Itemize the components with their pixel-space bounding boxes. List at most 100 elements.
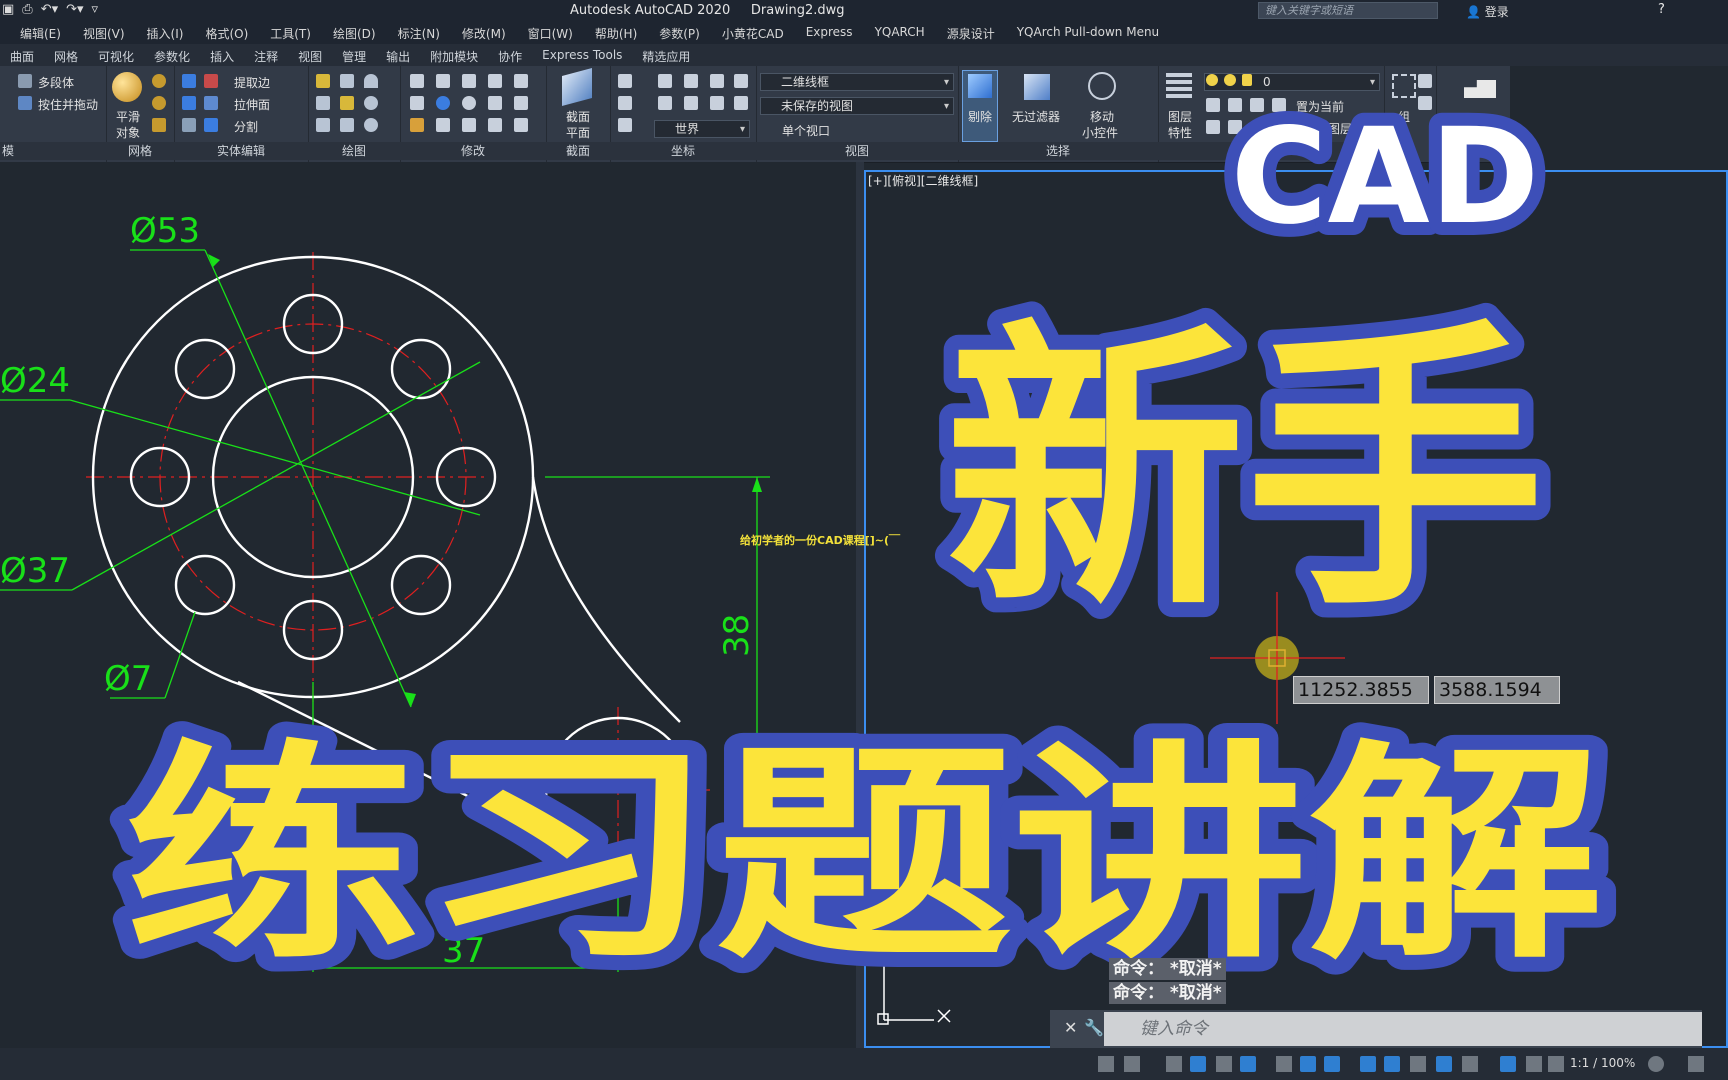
array2-icon[interactable] <box>514 118 528 132</box>
solid-edit-icon-3[interactable] <box>182 96 196 110</box>
help-icon[interactable]: ? <box>1658 2 1665 17</box>
rotate2-icon[interactable] <box>462 96 476 110</box>
mirror-icon[interactable] <box>410 74 424 88</box>
solid-edit-icon-1[interactable] <box>182 74 196 88</box>
ribbon-tab[interactable]: 协作 <box>498 48 522 65</box>
ribbon-tab[interactable]: 注释 <box>254 48 278 65</box>
3d-osnap-icon[interactable] <box>1436 1056 1452 1072</box>
ucs-icon-8[interactable] <box>684 96 698 110</box>
base-point-icon[interactable] <box>1464 80 1496 98</box>
ribbon-tab[interactable]: Express Tools <box>542 48 622 62</box>
dynamic-ucs-icon[interactable] <box>1462 1056 1478 1072</box>
print-icon[interactable]: ⎙ <box>22 2 32 17</box>
annotation-scale-icon[interactable] <box>1548 1056 1564 1072</box>
ucs-icon-1[interactable] <box>618 74 632 88</box>
mesh-icon-1[interactable] <box>152 74 166 88</box>
saved-view-combo[interactable]: 未保存的视图 <box>760 97 954 115</box>
solid-edit-icon-6[interactable] <box>204 118 218 132</box>
no-filter-label[interactable]: 无过滤器 <box>1012 108 1060 125</box>
circle-icon[interactable] <box>364 96 378 110</box>
fillet-icon[interactable] <box>514 96 528 110</box>
command-input[interactable]: 键入命令 <box>1104 1012 1702 1046</box>
ellipse-icon[interactable] <box>364 118 378 132</box>
menu-item[interactable]: 工具(T) <box>259 22 322 44</box>
ribbon-tab[interactable]: 参数化 <box>154 48 190 65</box>
solid-edit-icon-2[interactable] <box>204 74 218 88</box>
ucs-icon-2[interactable] <box>658 74 672 88</box>
annotation-visibility-icon[interactable] <box>1500 1056 1516 1072</box>
spline-icon[interactable] <box>316 96 330 110</box>
ucs-icon-7[interactable] <box>658 96 672 110</box>
ribbon-tab[interactable]: 输出 <box>386 48 410 65</box>
annotation-scale[interactable]: 1:1 / 100% <box>1570 1056 1635 1070</box>
ucs-icon-3[interactable] <box>684 74 698 88</box>
menu-item[interactable]: 小黄花CAD <box>711 22 795 44</box>
menu-item[interactable]: 视图(V) <box>72 22 136 44</box>
polysolid-button[interactable]: 多段体 <box>38 74 74 91</box>
login-button[interactable]: 👤 登录 <box>1466 3 1509 20</box>
isodraft-icon[interactable] <box>1276 1056 1292 1072</box>
visual-style-combo[interactable]: 二维线框 <box>760 73 954 91</box>
search-input[interactable]: 键入关键字或短语 <box>1258 2 1438 19</box>
customize-icon[interactable]: ▿ <box>92 2 99 17</box>
layer-tool-icon-1[interactable] <box>1206 98 1220 112</box>
transparency-icon[interactable] <box>1384 1056 1400 1072</box>
undo-icon[interactable]: ↶▾ <box>41 2 58 17</box>
cursor-y-input[interactable]: 3588.1594 <box>1434 676 1560 704</box>
smooth-object-icon[interactable] <box>112 72 142 102</box>
menu-item[interactable]: YQARCH <box>864 22 936 44</box>
explode-icon[interactable] <box>436 118 450 132</box>
ribbon-tab[interactable]: 附加模块 <box>430 48 478 65</box>
group-icon[interactable] <box>1392 74 1416 98</box>
match-layer-button[interactable]: 图层 <box>1328 120 1352 137</box>
ribbon-tab[interactable]: 网格 <box>54 48 78 65</box>
polar-icon[interactable] <box>1240 1056 1256 1072</box>
ucs-icon-11[interactable] <box>618 118 632 132</box>
layer-tool-icon-2[interactable] <box>1228 98 1242 112</box>
rotate-icon[interactable] <box>436 74 450 88</box>
ribbon-tab[interactable]: 管理 <box>342 48 366 65</box>
ucs-icon-6[interactable] <box>618 96 632 110</box>
menu-item[interactable]: 编辑(E) <box>0 22 72 44</box>
close-command-icon[interactable]: ✕ <box>1064 1018 1077 1037</box>
ribbon-tab[interactable]: 曲面 <box>10 48 34 65</box>
menu-item[interactable]: 绘图(D) <box>322 22 387 44</box>
no-filter-icon[interactable] <box>1024 74 1050 100</box>
mesh-icon-3[interactable] <box>152 118 166 132</box>
extrude-faces-button[interactable]: 拉伸面 <box>234 96 270 113</box>
viewport-config-button[interactable]: 单个视口 <box>782 122 830 139</box>
menu-item[interactable]: 窗口(W) <box>517 22 584 44</box>
menu-item[interactable]: 参数(P) <box>648 22 711 44</box>
extract-edges-button[interactable]: 提取边 <box>234 74 270 91</box>
section-plane-icon[interactable] <box>562 67 592 107</box>
object-snap-tracking-icon[interactable] <box>1300 1056 1316 1072</box>
presspull-button[interactable]: 按住并拖动 <box>38 96 98 113</box>
solid-edit-icon-4[interactable] <box>204 96 218 110</box>
ucs-combo[interactable]: 世界 <box>654 120 750 138</box>
layer-properties-icon[interactable] <box>1166 72 1192 98</box>
move-icon[interactable] <box>462 74 476 88</box>
hatch-icon[interactable] <box>340 96 354 110</box>
ribbon-tab[interactable]: 插入 <box>210 48 234 65</box>
ucs-icon-9[interactable] <box>710 96 724 110</box>
group-edit-icon[interactable] <box>1418 96 1432 110</box>
customize-command-icon[interactable]: 🔧 <box>1084 1018 1104 1037</box>
ribbon-tab[interactable]: 可视化 <box>98 48 134 65</box>
polygon-icon[interactable] <box>316 118 330 132</box>
line-icon[interactable] <box>316 74 330 88</box>
menu-item[interactable]: 标注(N) <box>387 22 451 44</box>
offset-icon[interactable] <box>488 118 502 132</box>
array-icon[interactable] <box>436 96 450 110</box>
menu-item[interactable]: 修改(M) <box>451 22 517 44</box>
erase-icon[interactable] <box>410 118 424 132</box>
menu-item[interactable]: 格式(O) <box>194 22 259 44</box>
ucs-icon-4[interactable] <box>710 74 724 88</box>
plus-icon[interactable] <box>1688 1056 1704 1072</box>
object-snap-icon[interactable] <box>1324 1056 1340 1072</box>
save-icon[interactable]: ▣ <box>2 2 14 17</box>
dynamic-input-icon[interactable] <box>1190 1056 1206 1072</box>
menu-item[interactable]: Express <box>795 22 864 44</box>
redo-icon[interactable]: ↷▾ <box>66 2 83 17</box>
solid-edit-icon-5[interactable] <box>182 118 196 132</box>
menu-item[interactable]: YQArch Pull-down Menu <box>1006 22 1170 44</box>
